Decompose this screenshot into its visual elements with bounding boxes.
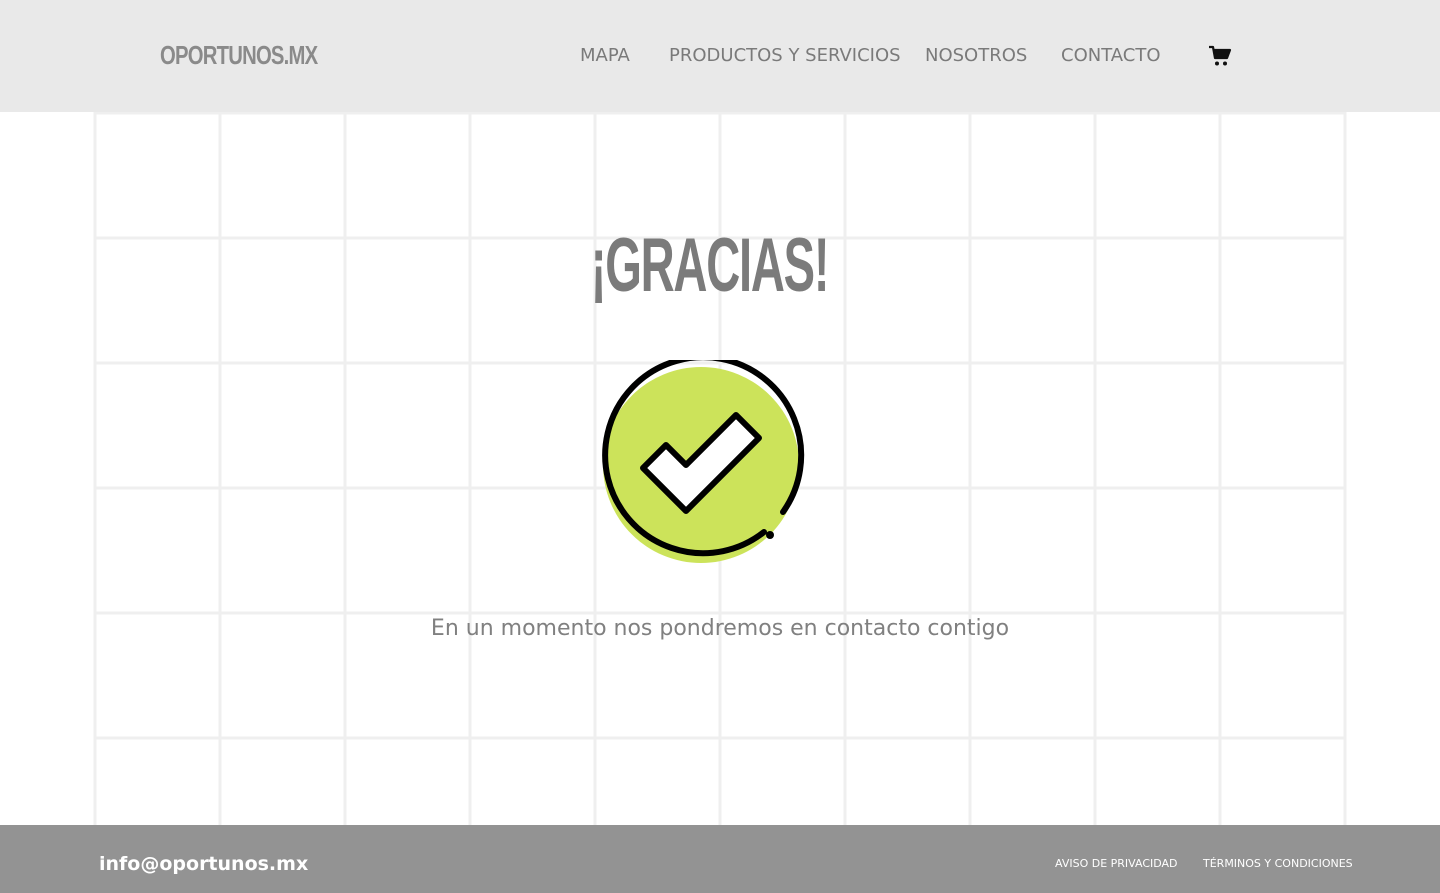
thank-you-section: ¡GRACIAS! En un momento nos pondremos en… (0, 112, 1440, 825)
nav-item-nosotros[interactable]: NOSOTROS (925, 45, 1027, 66)
nav-item-contacto[interactable]: CONTACTO (1061, 45, 1161, 66)
privacy-notice-link[interactable]: AVISO DE PRIVACIDAD (1055, 857, 1178, 870)
nav-item-mapa[interactable]: MAPA (580, 45, 630, 66)
footer-email-link[interactable]: info@oportunos.mx (99, 853, 308, 875)
shopping-cart-icon[interactable] (1208, 44, 1232, 68)
confirmation-message: En un momento nos pondremos en contacto … (430, 616, 1010, 641)
page-title: ¡GRACIAS! (0, 222, 1440, 309)
page-title-text: ¡GRACIAS! (591, 223, 830, 308)
terms-conditions-link[interactable]: TÉRMINOS Y CONDICIONES (1203, 857, 1353, 870)
site-header: OPORTUNOS.MX MAPA PRODUCTOS Y SERVICIOS … (0, 0, 1440, 112)
check-circle-icon (596, 354, 806, 570)
nav-item-productos-servicios[interactable]: PRODUCTOS Y SERVICIOS (669, 45, 901, 66)
site-footer: info@oportunos.mx AVISO DE PRIVACIDAD TÉ… (0, 825, 1440, 893)
